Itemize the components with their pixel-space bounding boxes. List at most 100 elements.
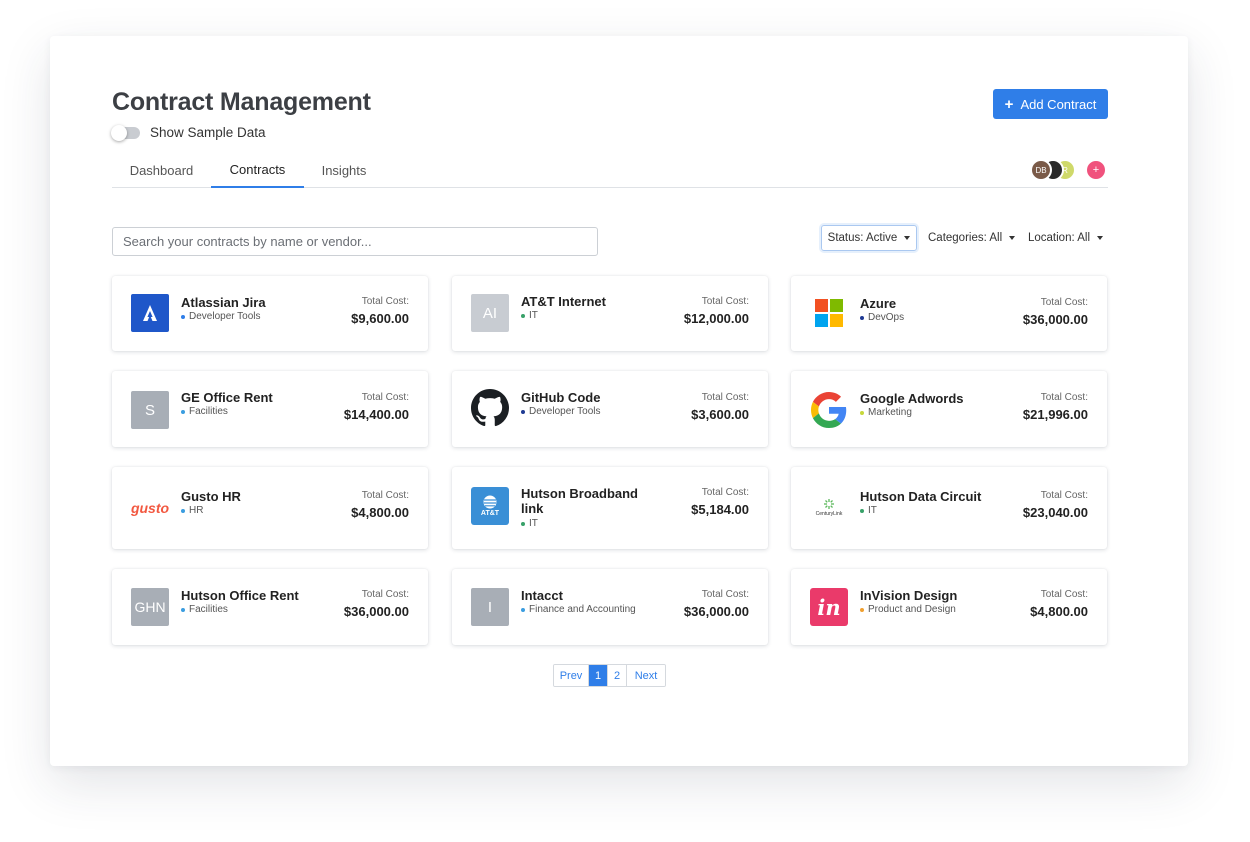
total-cost-label: Total Cost: (361, 392, 409, 403)
total-cost-label: Total Cost: (361, 589, 409, 600)
contract-card[interactable]: GHN Hutson Office Rent Facilities Total … (112, 569, 428, 645)
att-logo-icon: AT&T (471, 487, 509, 525)
sample-data-toggle-row: Show Sample Data (111, 124, 266, 141)
google-logo-icon (810, 391, 848, 429)
caret-down-icon (1009, 236, 1016, 240)
tab-bar: Dashboard Contracts Insights (112, 152, 1108, 188)
add-contract-button[interactable]: + Add Contract (993, 89, 1108, 119)
caret-down-icon (1097, 236, 1104, 240)
centurylink-logo-icon: CenturyLink (810, 489, 848, 527)
category-label: Finance and Accounting (529, 604, 636, 615)
contract-name: GE Office Rent (181, 390, 273, 405)
plus-icon: + (1004, 95, 1014, 113)
atlassian-logo-icon (131, 294, 169, 332)
next-page-button[interactable]: Next (627, 665, 665, 686)
location-filter-dropdown[interactable]: Location: All (1028, 225, 1104, 251)
toggle-label: Show Sample Data (150, 125, 266, 140)
contract-card[interactable]: Atlassian Jira Developer Tools Total Cos… (112, 276, 428, 351)
category-dot (860, 508, 864, 513)
contract-card[interactable]: AI AT&T Internet IT Total Cost: $12,000.… (452, 276, 768, 351)
contract-name: GitHub Code (521, 390, 601, 405)
status-filter-dropdown[interactable]: Status: Active (821, 225, 917, 251)
toggle-knob (111, 124, 127, 141)
total-cost-label: Total Cost: (701, 392, 749, 403)
tab-contracts[interactable]: Contracts (211, 152, 304, 188)
avatar[interactable]: DB (1030, 159, 1052, 181)
category-label: Facilities (189, 406, 228, 417)
total-cost-value: $36,000.00 (683, 604, 749, 619)
category-label: Developer Tools (189, 311, 261, 322)
contract-card[interactable]: Google Adwords Marketing Total Cost: $21… (791, 371, 1107, 447)
contract-category: Marketing (860, 407, 912, 418)
contract-category: Finance and Accounting (521, 604, 636, 615)
contract-card[interactable]: GitHub Code Developer Tools Total Cost: … (452, 371, 768, 447)
category-label: Facilities (189, 604, 228, 615)
category-dot (860, 315, 864, 320)
contract-category: Developer Tools (181, 311, 261, 322)
category-label: IT (868, 505, 877, 516)
page-2-button[interactable]: 2 (608, 665, 627, 686)
contract-name: Gusto HR (181, 489, 241, 504)
contract-category: IT (521, 310, 538, 321)
add-member-button[interactable]: + (1085, 159, 1107, 181)
total-cost-value: $5,184.00 (691, 502, 749, 517)
contract-card[interactable]: gusto Gusto HR HR Total Cost: $4,800.00 (112, 467, 428, 549)
prev-page-button[interactable]: Prev (554, 665, 589, 686)
category-dot (521, 409, 525, 414)
contract-category: HR (181, 505, 203, 516)
main-panel: Contract Management Show Sample Data + A… (50, 36, 1188, 766)
total-cost-label: Total Cost: (701, 589, 749, 600)
location-filter-label: Location: All (1028, 232, 1091, 244)
contract-name: Hutson Office Rent (181, 588, 299, 603)
tab-dashboard[interactable]: Dashboard (112, 152, 211, 188)
category-dot (181, 508, 185, 513)
tab-insights[interactable]: Insights (304, 152, 384, 188)
total-cost-label: Total Cost: (1040, 297, 1088, 308)
globe-icon (483, 495, 497, 509)
total-cost-label: Total Cost: (1040, 490, 1088, 501)
contract-name: InVision Design (860, 588, 958, 603)
contract-name: Azure (860, 296, 897, 311)
contract-name: Google Adwords (860, 391, 964, 406)
sunburst-icon (824, 499, 834, 509)
category-label: Developer Tools (529, 406, 601, 417)
search-input[interactable] (112, 227, 598, 256)
total-cost-label: Total Cost: (1040, 392, 1088, 403)
initials-logo: GHN (131, 588, 169, 626)
initials-logo: AI (471, 294, 509, 332)
gusto-logo-icon: gusto (130, 500, 170, 516)
page-1-button[interactable]: 1 (589, 665, 608, 686)
contract-card[interactable]: AT&T Hutson Broadband link IT Total Cost… (452, 467, 768, 549)
category-label: HR (189, 505, 204, 516)
contract-category: Facilities (181, 604, 228, 615)
add-contract-label: Add Contract (1020, 96, 1097, 112)
category-dot (521, 607, 525, 612)
category-dot (181, 607, 185, 612)
contract-card[interactable]: Azure DevOps Total Cost: $36,000.00 (791, 276, 1107, 351)
category-dot (860, 607, 864, 612)
contract-card[interactable]: CenturyLink Hutson Data Circuit IT Total… (791, 467, 1107, 549)
initials-logo: S (131, 391, 169, 429)
contract-name: Intacct (521, 588, 563, 603)
contract-category: IT (860, 505, 877, 516)
total-cost-label: Total Cost: (701, 296, 749, 307)
total-cost-value: $12,000.00 (683, 311, 749, 326)
contract-name: Hutson Broadband link (521, 486, 638, 516)
invision-logo-icon: in (810, 588, 848, 626)
centurylink-logo-text: CenturyLink (815, 511, 843, 517)
contract-card[interactable]: I Intacct Finance and Accounting Total C… (452, 569, 768, 645)
status-filter-label: Status: Active (827, 232, 898, 244)
category-label: DevOps (868, 312, 905, 323)
total-cost-value: $9,600.00 (351, 311, 409, 326)
total-cost-value: $4,800.00 (1030, 604, 1088, 619)
total-cost-label: Total Cost: (701, 487, 749, 498)
github-logo-icon (471, 389, 509, 427)
microsoft-logo-icon (810, 294, 848, 332)
contract-card[interactable]: S GE Office Rent Facilities Total Cost: … (112, 371, 428, 447)
category-dot (521, 521, 525, 526)
category-dot (181, 409, 185, 414)
categories-filter-label: Categories: All (928, 232, 1003, 244)
contract-card[interactable]: in InVision Design Product and Design To… (791, 569, 1107, 645)
sample-data-toggle[interactable] (111, 124, 140, 141)
categories-filter-dropdown[interactable]: Categories: All (928, 225, 1016, 251)
